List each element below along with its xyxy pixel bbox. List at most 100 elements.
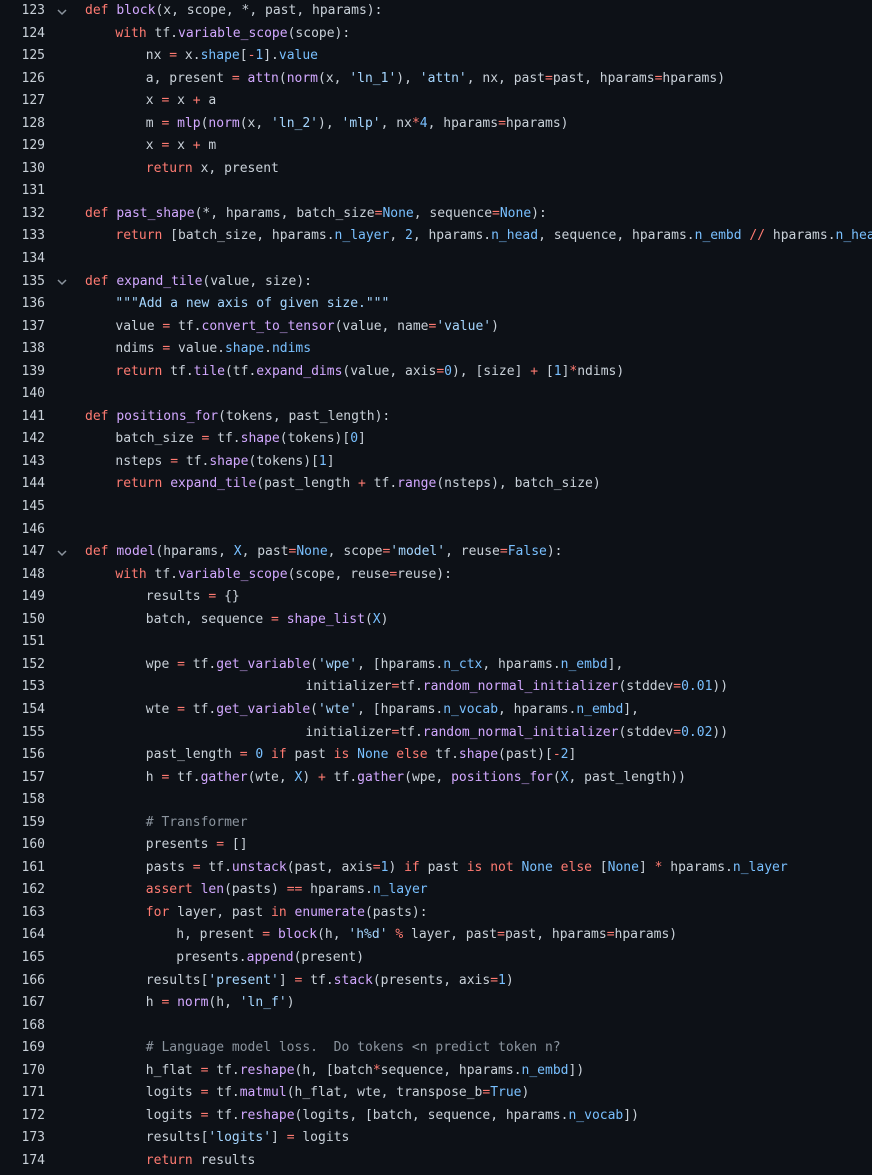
code-token: else (396, 747, 428, 763)
code-token: , hparams. (482, 656, 561, 672)
code-token: tf. (184, 701, 217, 717)
line-number[interactable]: 156 (0, 744, 45, 767)
code-token: norm (177, 995, 209, 1011)
code-token: hparams) (662, 70, 726, 86)
line-number[interactable]: 161 (0, 857, 45, 880)
line-number[interactable]: 168 (0, 1015, 45, 1038)
code-token: = (490, 972, 499, 988)
code-token: ) (491, 318, 499, 334)
code-token: tf. (146, 25, 179, 41)
code-line: 134 (0, 248, 872, 271)
code-token: , [hparams. (357, 701, 444, 717)
code-line: 126 a, present = attn(norm(x, 'ln_1'), 'a… (0, 68, 872, 91)
code-token: (h_flat, wte, transpose_b (286, 1085, 483, 1101)
code-token: (past, axis (286, 859, 373, 875)
line-number[interactable]: 165 (0, 947, 45, 970)
line-number[interactable]: 124 (0, 23, 45, 46)
line-number[interactable]: 143 (0, 451, 45, 474)
line-number[interactable]: 127 (0, 90, 45, 113)
line-number[interactable]: 128 (0, 113, 45, 136)
code-line: 131 (0, 180, 872, 203)
code-token: reshape (239, 1107, 295, 1123)
line-number[interactable]: 174 (0, 1150, 45, 1173)
chevron-down-icon[interactable] (54, 0, 70, 23)
line-number[interactable]: 135 (0, 271, 45, 294)
line-number[interactable]: 137 (0, 316, 45, 339)
line-number[interactable]: 158 (0, 789, 45, 812)
line-number[interactable]: 141 (0, 406, 45, 429)
line-number[interactable]: 145 (0, 496, 45, 519)
line-number[interactable]: 171 (0, 1082, 45, 1105)
line-number[interactable]: 123 (0, 0, 45, 23)
code-token: return (115, 363, 163, 379)
line-number[interactable]: 172 (0, 1105, 45, 1128)
chevron-down-icon[interactable] (54, 541, 70, 564)
line-number[interactable]: 148 (0, 564, 45, 587)
line-number[interactable]: 162 (0, 879, 45, 902)
code-text: initializer = tf.random_normal_initializer… (85, 722, 728, 745)
line-number[interactable]: 138 (0, 338, 45, 361)
code-token: (value, name (334, 318, 429, 334)
line-number[interactable]: 160 (0, 834, 45, 857)
line-number[interactable]: 144 (0, 473, 45, 496)
code-text: wpe = tf.get_variable('wpe', [hparams.n_… (85, 654, 623, 677)
code-token: ndims (271, 341, 312, 357)
line-number[interactable]: 147 (0, 541, 45, 564)
code-token: enumerate (294, 904, 365, 920)
code-text: return expand_tile(past_length + tf.rang… (85, 473, 600, 496)
code-token: ] (568, 747, 577, 763)
line-number[interactable]: 151 (0, 631, 45, 654)
code-token: tf. (365, 476, 398, 492)
line-number[interactable]: 149 (0, 586, 45, 609)
line-number[interactable]: 136 (0, 293, 45, 316)
line-number[interactable]: 139 (0, 361, 45, 384)
code-text: """Add a new axis of given size.""" (85, 293, 389, 316)
chevron-down-icon[interactable] (54, 271, 70, 294)
line-number[interactable]: 164 (0, 924, 45, 947)
line-number[interactable]: 131 (0, 180, 45, 203)
line-number[interactable]: 140 (0, 383, 45, 406)
line-number[interactable]: 166 (0, 970, 45, 993)
line-number[interactable]: 154 (0, 699, 45, 722)
line-number[interactable]: 157 (0, 767, 45, 790)
line-number[interactable]: 132 (0, 203, 45, 226)
line-number[interactable]: 134 (0, 248, 45, 271)
code-token: [batch_size, hparams. (162, 228, 335, 244)
code-text: x = x + m (85, 135, 216, 158)
code-token: batch, sequence (145, 611, 272, 627)
code-token: 'ln_f' (239, 995, 287, 1011)
line-number[interactable]: 170 (0, 1060, 45, 1083)
line-number[interactable]: 130 (0, 158, 45, 181)
code-token: if (271, 747, 287, 763)
line-number[interactable]: 146 (0, 519, 45, 542)
line-number[interactable]: 163 (0, 902, 45, 925)
code-token: initializer (305, 724, 392, 740)
line-number[interactable]: 173 (0, 1127, 45, 1150)
code-token: - (552, 747, 561, 763)
line-number[interactable]: 126 (0, 68, 45, 91)
line-number[interactable]: 155 (0, 722, 45, 745)
line-number[interactable]: 129 (0, 135, 45, 158)
code-token: expand_tile (170, 476, 257, 492)
line-number[interactable]: 152 (0, 654, 45, 677)
code-line: 145 (0, 496, 872, 519)
code-token: , nx, past (466, 70, 546, 86)
code-token: hparams. (302, 882, 373, 898)
code-token: x. (177, 48, 201, 64)
code-token: shape (200, 48, 240, 64)
code-token: ( (310, 656, 318, 672)
line-number[interactable]: 125 (0, 45, 45, 68)
line-number[interactable]: 133 (0, 225, 45, 248)
line-number[interactable]: 142 (0, 428, 45, 451)
code-token: layer, past (403, 927, 498, 943)
code-token: ] (326, 453, 335, 469)
code-text: wte = tf.get_variable('wte', [hparams.n_… (85, 699, 639, 722)
line-number[interactable]: 153 (0, 676, 45, 699)
line-number[interactable]: 150 (0, 609, 45, 632)
line-number[interactable]: 159 (0, 812, 45, 835)
code-token: % (395, 927, 404, 943)
line-number[interactable]: 167 (0, 992, 45, 1015)
code-token: x (145, 138, 162, 154)
line-number[interactable]: 169 (0, 1037, 45, 1060)
code-token: a (200, 93, 217, 109)
